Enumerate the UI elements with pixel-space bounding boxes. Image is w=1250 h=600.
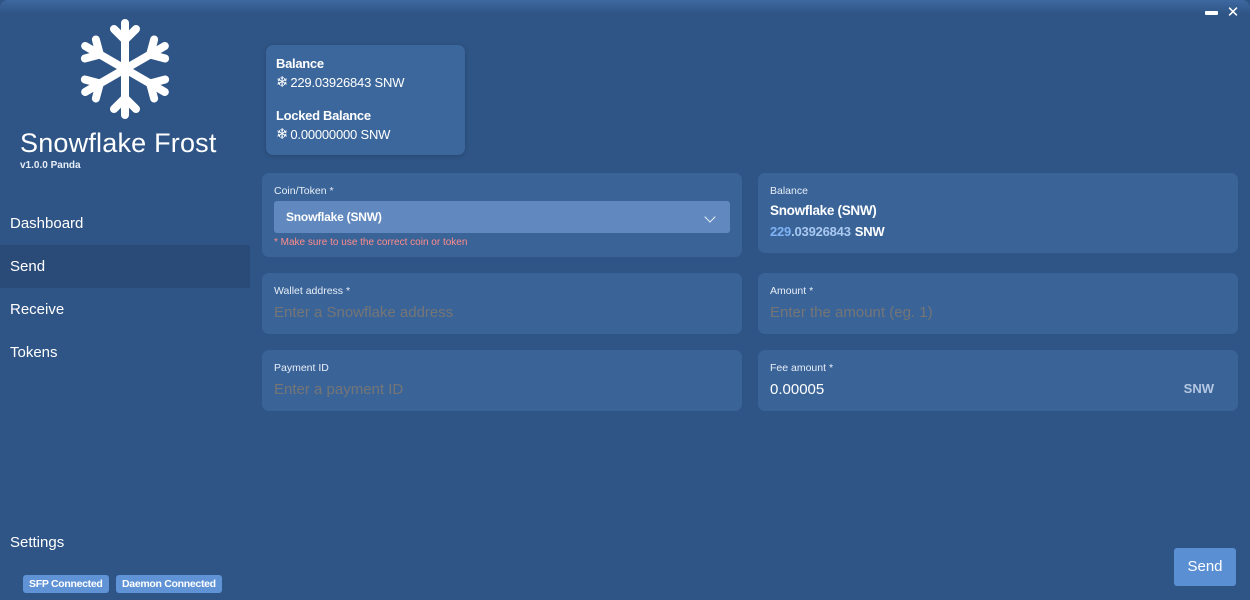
balance-amount-decimal: .03926843 bbox=[791, 224, 851, 239]
sidebar-item-send[interactable]: Send bbox=[0, 245, 250, 288]
fee-amount-label: Fee amount * bbox=[770, 362, 834, 374]
window-controls: ✕ bbox=[1204, 5, 1240, 20]
amount-input[interactable] bbox=[770, 304, 1210, 321]
sidebar-item-dashboard[interactable]: Dashboard bbox=[0, 202, 250, 245]
amount-label: Amount * bbox=[770, 285, 814, 297]
daemon-status-badge: Daemon Connected bbox=[116, 575, 222, 593]
app-version: v1.0.0 Panda bbox=[20, 160, 81, 171]
coin-token-card: Coin/Token * Snowflake (SNW) * Make sure… bbox=[262, 173, 742, 257]
snowflake-icon: ❄ bbox=[276, 125, 289, 143]
payment-id-label: Payment ID bbox=[274, 362, 329, 374]
snowflake-icon: ❄ bbox=[276, 73, 289, 91]
balance-label: Balance bbox=[276, 56, 324, 71]
coin-token-selected: Snowflake (SNW) bbox=[286, 210, 382, 224]
balance-summary-card: Balance ❄ 229.03926843 SNW Locked Balanc… bbox=[266, 45, 465, 155]
locked-balance-row: ❄ 0.00000000 SNW bbox=[276, 125, 391, 143]
wallet-address-label: Wallet address * bbox=[274, 285, 351, 297]
app-window: ✕ Snowflake Frost v1.0.0 Panda Dashboard… bbox=[0, 0, 1250, 600]
locked-balance-value: 0.00000000 SNW bbox=[290, 127, 391, 142]
coin-token-select[interactable]: Snowflake (SNW) bbox=[274, 201, 730, 233]
balance-amount-unit: SNW bbox=[854, 224, 885, 239]
sidebar-item-tokens[interactable]: Tokens bbox=[0, 331, 250, 374]
sfp-status-badge: SFP Connected bbox=[23, 575, 109, 593]
send-button[interactable]: Send bbox=[1174, 548, 1236, 586]
minimize-icon[interactable] bbox=[1204, 6, 1218, 20]
app-title: Snowflake Frost bbox=[20, 128, 217, 158]
balance-amount-integer: 229 bbox=[770, 224, 792, 239]
snowflake-logo-icon bbox=[80, 19, 170, 119]
balance-value-row: ❄ 229.03926843 SNW bbox=[276, 73, 405, 91]
sidebar-nav: Dashboard Send Receive Tokens bbox=[0, 202, 250, 374]
payment-id-input[interactable] bbox=[274, 381, 714, 398]
fee-unit: SNW bbox=[1183, 381, 1214, 396]
balance-display-label: Balance bbox=[770, 185, 808, 197]
fee-amount-card: Fee amount * 0.00005 SNW bbox=[758, 350, 1238, 411]
coin-token-label: Coin/Token * bbox=[274, 185, 334, 197]
sidebar: Snowflake Frost v1.0.0 Panda Dashboard S… bbox=[0, 0, 250, 600]
close-icon[interactable]: ✕ bbox=[1226, 5, 1240, 20]
balance-coin-name: Snowflake (SNW) bbox=[770, 203, 877, 218]
payment-id-card: Payment ID bbox=[262, 350, 742, 411]
wallet-address-card: Wallet address * bbox=[262, 273, 742, 334]
chevron-down-icon bbox=[704, 211, 716, 223]
amount-card: Amount * bbox=[758, 273, 1238, 334]
balance-amount: 229.03926843 SNW bbox=[770, 224, 885, 239]
wallet-address-input[interactable] bbox=[274, 304, 714, 321]
sidebar-item-receive[interactable]: Receive bbox=[0, 288, 250, 331]
balance-display-card: Balance Snowflake (SNW) 229.03926843 SNW bbox=[758, 173, 1238, 253]
coin-token-hint: * Make sure to use the correct coin or t… bbox=[274, 237, 468, 248]
fee-amount-input[interactable]: 0.00005 bbox=[770, 381, 824, 398]
locked-balance-label: Locked Balance bbox=[276, 108, 371, 123]
sidebar-item-settings[interactable]: Settings bbox=[10, 534, 64, 551]
balance-value: 229.03926843 SNW bbox=[290, 75, 405, 90]
